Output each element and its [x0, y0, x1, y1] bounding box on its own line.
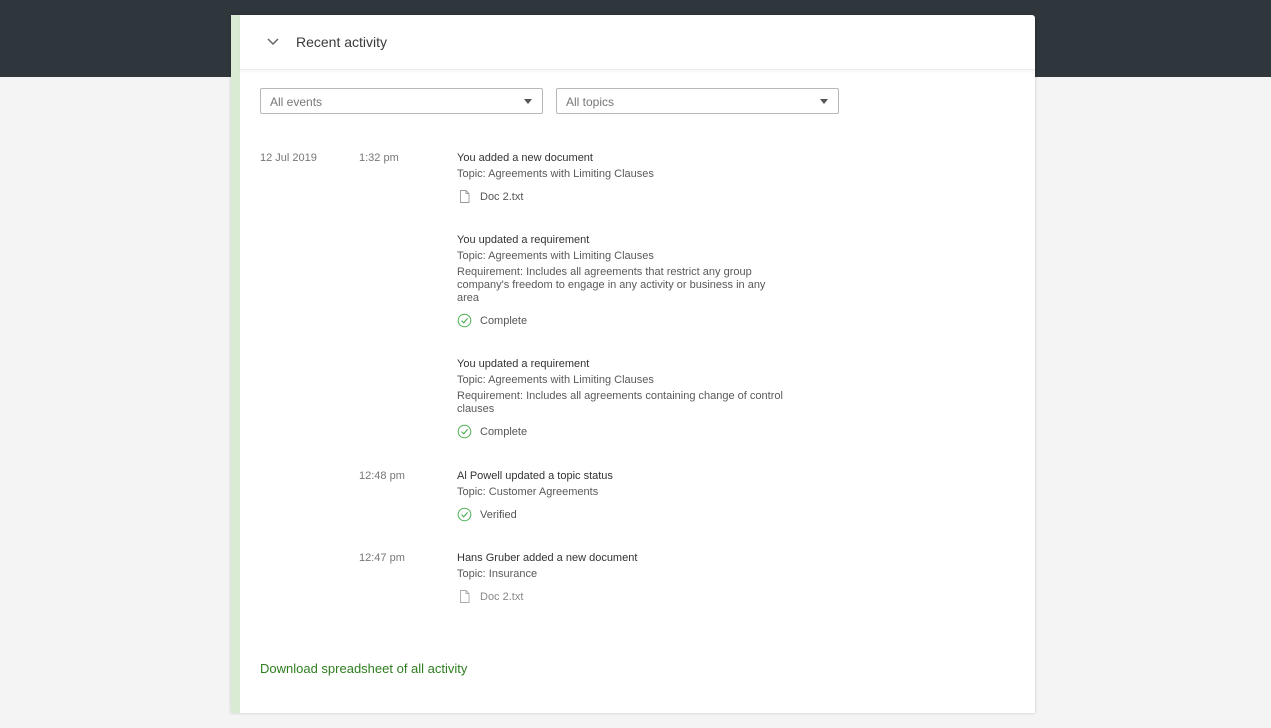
status-text: Complete: [480, 315, 528, 327]
recent-activity-panel: Recent activity All events All topics 12…: [231, 15, 1035, 713]
events-filter-select[interactable]: All events: [260, 88, 543, 114]
document-link[interactable]: Doc 2.txt: [457, 189, 787, 205]
activity-topic: Topic: Agreements with Limiting Clauses: [457, 168, 654, 180]
panel-accent-stripe: [231, 15, 240, 713]
activity-requirement: Requirement: Includes all agreements tha…: [457, 266, 766, 304]
topics-filter-select[interactable]: All topics: [556, 88, 839, 114]
caret-down-icon: [820, 99, 828, 104]
chevron-down-icon[interactable]: [264, 33, 282, 51]
activity-entry: You updated a requirement Topic: Agreeme…: [457, 358, 787, 440]
download-spreadsheet-link[interactable]: Download spreadsheet of all activity: [260, 661, 467, 676]
status-text: Verified: [480, 509, 517, 521]
events-filter-value: All events: [270, 95, 323, 109]
topics-filter-value: All topics: [566, 95, 615, 109]
activity-entry: You added a new document Topic: Agreemen…: [457, 152, 787, 205]
activity-requirement: Requirement: Includes all agreements con…: [457, 390, 783, 415]
document-name: Doc 2.txt: [480, 191, 524, 203]
check-circle-icon: [457, 507, 472, 522]
activity-time: 1:32 pm: [359, 152, 399, 164]
activity-heading: You updated a requirement: [457, 358, 590, 370]
activity-date: 12 Jul 2019: [260, 152, 317, 164]
status-text: Complete: [480, 426, 528, 438]
activity-topic: Topic: Insurance: [457, 568, 538, 580]
status-row: Complete: [457, 424, 787, 440]
caret-down-icon: [524, 99, 532, 104]
check-circle-icon: [457, 424, 472, 439]
activity-heading: Al Powell updated a topic status: [457, 470, 613, 482]
panel-title: Recent activity: [296, 34, 388, 50]
activity-heading: Hans Gruber added a new document: [457, 552, 638, 564]
activity-time: 12:48 pm: [359, 470, 405, 482]
document-icon: [460, 190, 470, 203]
activity-time: 12:47 pm: [359, 552, 405, 564]
activity-topic: Topic: Agreements with Limiting Clauses: [457, 374, 654, 386]
activity-entry: Al Powell updated a topic status Topic: …: [457, 470, 787, 523]
document-name: Doc 2.txt: [480, 591, 524, 603]
activity-entry: You updated a requirement Topic: Agreeme…: [457, 234, 787, 329]
activity-heading: You updated a requirement: [457, 234, 590, 246]
activity-topic: Topic: Agreements with Limiting Clauses: [457, 250, 654, 262]
status-row: Complete: [457, 313, 787, 329]
status-row: Verified: [457, 507, 787, 523]
document-item: Doc 2.txt: [457, 589, 787, 605]
panel-header[interactable]: Recent activity: [240, 15, 1035, 70]
activity-topic: Topic: Customer Agreements: [457, 486, 599, 498]
activity-heading: You added a new document: [457, 152, 593, 164]
document-icon: [460, 590, 470, 603]
activity-entry: Hans Gruber added a new document Topic: …: [457, 552, 787, 605]
check-circle-icon: [457, 313, 472, 328]
